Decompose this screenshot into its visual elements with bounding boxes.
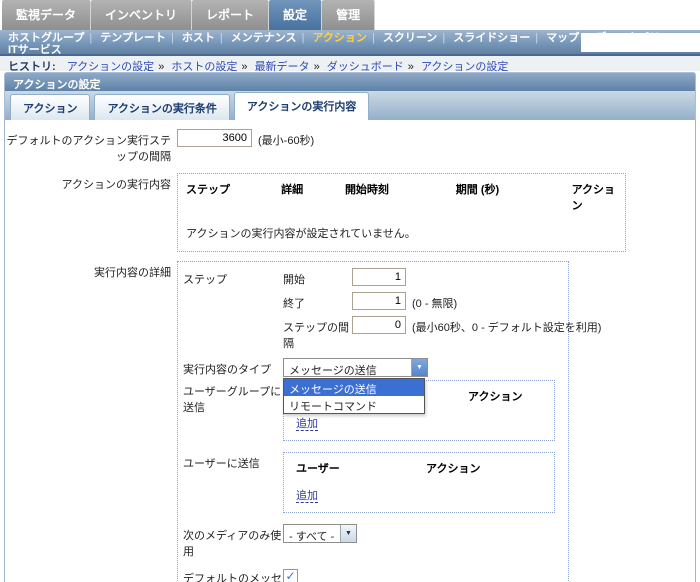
nav-inventory[interactable]: インベントリ [91,0,193,30]
default-message-label: デフォルトのメッセージ [183,573,282,582]
step-from-input[interactable] [352,268,406,286]
nav-reports[interactable]: レポート [192,0,270,30]
main-nav: 監視データ インベントリ レポート 設定 管理 [0,0,700,30]
subnav-templates[interactable]: テンプレート [100,32,166,44]
nav-administration[interactable]: 管理 [322,0,376,30]
page-title: アクションの設定 [4,72,696,91]
menu-separator: | [170,32,174,44]
history-separator: » [158,61,165,73]
chevron-down-icon[interactable]: ▼ [411,359,427,376]
send-to-groups-label: ユーザーグループに送信 [183,386,282,414]
step-to-label: 終了 [283,298,305,310]
chevron-down-icon[interactable]: ▼ [340,525,356,542]
nav-monitoring[interactable]: 監視データ [2,0,92,30]
operation-type-select[interactable]: メッセージの送信 ▼ [283,358,428,377]
subnav-slideshows[interactable]: スライドショー [453,32,530,44]
operation-details-label: 実行内容の詳細 [94,267,171,279]
send-only-to-label: 次のメディアのみ使用 [183,530,282,558]
subnav-it-services[interactable]: ITサービス [8,44,62,56]
operations-col-details: 詳細 [281,184,304,196]
tab-action[interactable]: アクション [10,94,91,120]
default-interval-input[interactable] [177,129,252,147]
step-duration-hint: (最小60秒、0 - デフォルト設定を利用) [412,322,602,334]
subnav-hosts[interactable]: ホスト [182,32,215,44]
menu-separator: | [371,32,375,44]
tab-operations[interactable]: アクションの実行内容 [233,92,370,120]
dropdown-option-send-message[interactable]: メッセージの送信 [284,379,424,396]
history-label: ヒストリ: [8,61,56,73]
operations-col-duration: 期間 (秒) [455,184,500,196]
subnav-host-groups[interactable]: ホストグループ [8,32,84,44]
subnav-actions[interactable]: アクション [312,32,366,44]
operation-type-dropdown: メッセージの送信 リモートコマンド [283,378,425,414]
operations-col-step: ステップ [186,184,230,196]
groups-add-link[interactable]: 追加 [296,418,318,431]
history-link[interactable]: ホストの設定 [171,61,237,73]
tab-strip: アクション アクションの実行条件 アクションの実行内容 [4,91,696,120]
operation-type-label: 実行内容のタイプ [183,364,271,376]
menu-separator: | [89,32,93,44]
step-to-input[interactable] [352,292,406,310]
operation-details-fieldset: ステップ 開始 終了 (0 - 無限) ステップの間隔 [177,261,601,582]
groups-col-action: アクション [468,391,523,403]
breadcrumb: ヒストリ: アクションの設定» ホストの設定» 最新データ» ダッシュボード» … [0,56,700,73]
operations-table: ステップ 詳細 開始時刻 期間 (秒) アクション アクションの実行内容が設定さ… [177,173,626,252]
check-icon: ✓ [285,569,296,582]
menu-separator: | [219,32,223,44]
history-link[interactable]: アクションの設定 [67,61,154,73]
operations-label: アクションの実行内容 [61,179,171,191]
menu-separator: | [301,32,305,44]
subnav-maps[interactable]: マップ [546,32,579,44]
history-link[interactable]: アクションの設定 [421,61,508,73]
tab-conditions[interactable]: アクションの実行条件 [94,94,230,120]
media-select[interactable]: - すべて - ▼ [283,524,357,543]
step-to-hint: (0 - 無限) [412,298,458,310]
history-separator: » [313,61,320,73]
operation-type-value: メッセージの送信 [289,365,377,377]
nav-configuration[interactable]: 設定 [269,0,323,30]
default-interval-hint: (最小-60秒) [258,135,315,147]
search-input[interactable] [581,33,700,52]
operations-col-action: アクション [571,184,616,212]
history-link[interactable]: 最新データ [255,61,310,73]
step-label: ステップ [183,274,227,286]
history-separator: » [407,61,414,73]
operations-empty-text: アクションの実行内容が設定されていません。 [186,228,416,240]
history-separator: » [241,61,248,73]
sub-nav: ホストグループ | テンプレート | ホスト | メンテナンス | アクション | スクリ… [0,30,700,56]
subnav-screens[interactable]: スクリーン [383,32,437,44]
media-select-value: - すべて - [289,531,335,543]
subnav-maintenance[interactable]: メンテナンス [231,32,297,44]
history-link[interactable]: ダッシュボード [327,61,404,73]
operations-col-start: 開始時刻 [344,184,389,196]
step-from-label: 開始 [283,274,305,286]
send-to-users-label: ユーザーに送信 [183,458,260,470]
dropdown-option-remote-command[interactable]: リモートコマンド [284,396,424,413]
form-panel: デフォルトのアクション実行ステップの間隔 (最小-60秒) アクションの実行内容… [4,120,696,582]
menu-separator: | [442,32,446,44]
users-col-action: アクション [426,463,481,475]
default-interval-label: デフォルトのアクション実行ステップの間隔 [6,135,171,163]
send-to-users-table: ユーザー アクション 追加 [283,452,555,513]
step-duration-label: ステップの間隔 [283,322,349,350]
users-add-link[interactable]: 追加 [296,490,318,503]
step-duration-input[interactable] [352,316,406,334]
default-message-checkbox[interactable]: ✓ [283,569,298,582]
menu-separator: | [535,32,539,44]
users-col-user: ユーザー [296,463,340,475]
